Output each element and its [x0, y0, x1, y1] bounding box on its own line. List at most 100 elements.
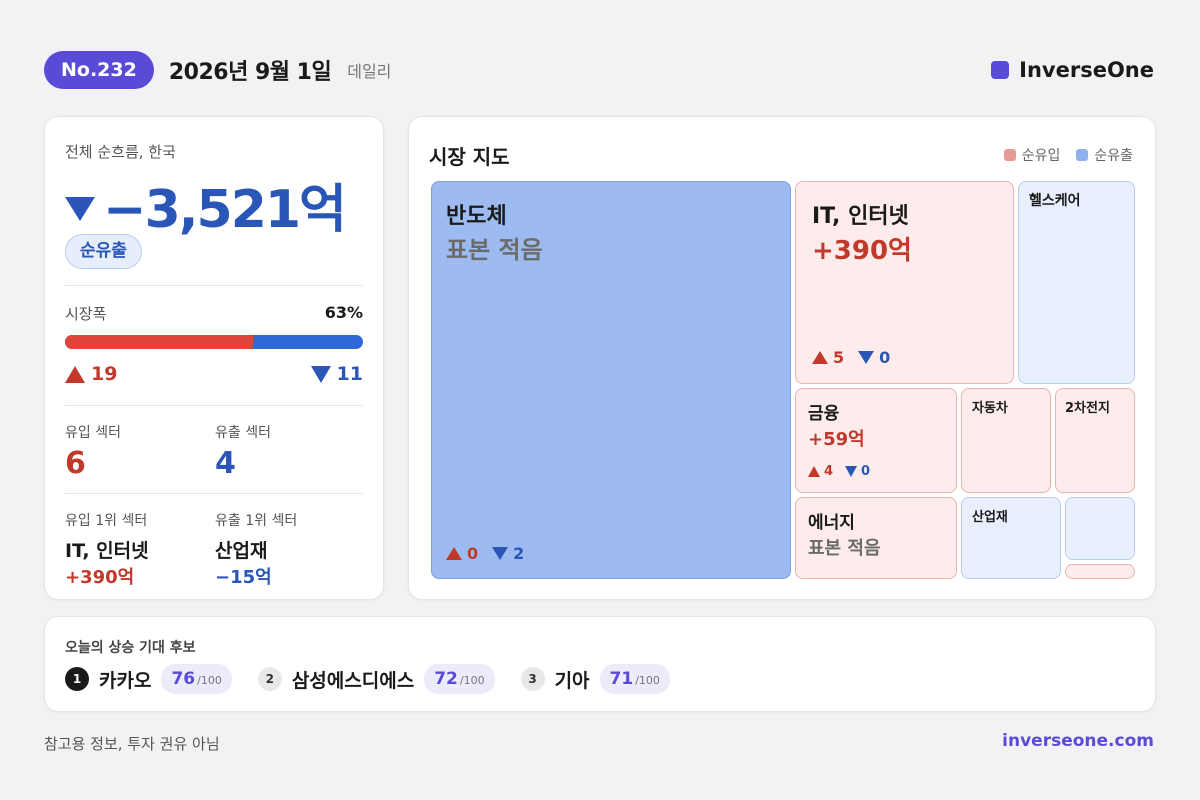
legend-outflow-label: 순유출 [1094, 148, 1133, 164]
down-triangle-icon [310, 365, 331, 383]
site-link[interactable]: inverseone.com [1002, 731, 1154, 751]
tile-unlabeled-outflow[interactable] [1065, 497, 1135, 560]
decliners-count: 11 [310, 363, 363, 385]
tile-up-count: 4 [824, 464, 834, 479]
score-value: 72 [434, 669, 458, 689]
down-triangle-icon [492, 547, 509, 560]
tile-it-internet[interactable]: IT, 인터넷 +390억 5 0 [795, 181, 1014, 384]
tile-value: 표본 적음 [446, 236, 543, 264]
rank-badge: 3 [520, 667, 545, 691]
tile-name: 금융 [808, 404, 840, 424]
advancers-count: 19 [65, 363, 117, 385]
top-outflow-sector: 유출 1위 섹터 산업재 −15억 [215, 510, 297, 589]
tile-name: IT, 인터넷 [812, 204, 909, 229]
market-map-title: 시장 지도 [429, 145, 510, 169]
rank-badge: 2 [257, 667, 282, 691]
tile-unlabeled-inflow[interactable] [1065, 564, 1135, 579]
tile-up-count: 5 [833, 348, 845, 367]
flow-status-badge: 순유출 [65, 234, 142, 269]
tile-counts: 4 0 [808, 464, 870, 479]
candidates-list: 1 카카오 76/100 2 삼성에스디에스 72/100 3 기아 71/10… [65, 664, 696, 694]
tile-counts: 0 2 [446, 544, 524, 563]
flow-summary-card: 전체 순흐름, 한국 −3,521억 순유출 시장폭 63% 19 11 유입 … [44, 116, 384, 600]
brand: InverseOne [991, 58, 1154, 82]
tile-name: 헬스케어 [1029, 193, 1081, 209]
score-max: /100 [635, 674, 660, 687]
candidate-name: 기아 [554, 669, 590, 692]
candidate-score: 71/100 [599, 664, 670, 694]
divider [65, 285, 363, 286]
candidate-score: 76/100 [161, 664, 232, 694]
market-map-card: 시장 지도 순유입 순유출 반도체 표본 적음 0 2 IT, 인터넷 +390… [408, 116, 1156, 600]
candidate-item[interactable]: 3 기아 71/100 [520, 664, 670, 694]
outflow-sectors-stat: 유출 섹터 4 [215, 422, 271, 481]
net-flow-value: −3,521억 [65, 167, 347, 242]
breadth-bar [65, 335, 363, 349]
divider [65, 493, 363, 494]
candidate-item[interactable]: 2 삼성에스디에스 72/100 [257, 664, 495, 694]
candidates-card: 오늘의 상승 기대 후보 1 카카오 76/100 2 삼성에스디에스 72/1… [44, 616, 1156, 712]
score-value: 76 [171, 669, 196, 689]
tile-name: 에너지 [808, 513, 855, 533]
tile-automobile[interactable]: 자동차 [961, 388, 1051, 493]
outflow-sectors-label: 유출 섹터 [215, 425, 271, 441]
breadth-label: 시장폭 [65, 305, 107, 323]
tile-name: 반도체 [446, 204, 507, 229]
top-inflow-sector: 유입 1위 섹터 IT, 인터넷 +390억 [65, 510, 149, 589]
top-outflow-value: −15억 [215, 567, 272, 588]
tile-finance[interactable]: 금융 +59억 4 0 [795, 388, 957, 493]
tile-energy[interactable]: 에너지 표본 적음 [795, 497, 957, 579]
top-inflow-label: 유입 1위 섹터 [65, 513, 148, 529]
candidate-score: 72/100 [424, 664, 495, 694]
tile-name: 자동차 [972, 401, 1008, 416]
score-max: /100 [197, 674, 222, 687]
tile-industrials[interactable]: 산업재 [961, 497, 1061, 579]
outflow-sectors-value: 4 [215, 446, 236, 481]
disclaimer: 참고용 정보, 투자 권유 아님 [44, 735, 220, 753]
brand-name: InverseOne [1019, 58, 1154, 82]
tile-value: 표본 적음 [808, 538, 881, 559]
tile-name: 2차전지 [1065, 401, 1110, 416]
tile-up-count: 0 [467, 544, 479, 563]
inflow-sectors-stat: 유입 섹터 6 [65, 422, 121, 481]
inflow-sectors-value: 6 [65, 446, 86, 481]
legend-inflow-label: 순유입 [1021, 148, 1061, 164]
rank-badge: 1 [65, 667, 89, 691]
brand-logo-icon [991, 61, 1010, 79]
header: No.232 2026년 9월 1일 데일리 InverseOne [44, 51, 1154, 89]
down-triangle-icon [858, 351, 875, 364]
up-triangle-icon [808, 466, 820, 477]
top-outflow-name: 산업재 [215, 540, 268, 562]
top-outflow-label: 유출 1위 섹터 [215, 513, 298, 529]
tile-name: 산업재 [972, 510, 1008, 525]
divider [65, 405, 363, 406]
legend-inflow: 순유입 [1003, 145, 1061, 165]
candidate-item[interactable]: 1 카카오 76/100 [65, 664, 232, 694]
report-type: 데일리 [347, 62, 392, 81]
top-inflow-name: IT, 인터넷 [65, 540, 149, 562]
candidate-name: 카카오 [99, 669, 152, 692]
breadth-percent: 63% [324, 303, 363, 322]
tile-semiconductors[interactable]: 반도체 표본 적음 0 2 [431, 181, 791, 579]
tile-secondary-battery[interactable]: 2차전지 [1055, 388, 1135, 493]
tile-value: +59억 [808, 429, 865, 450]
up-triangle-icon [812, 351, 828, 364]
inflow-swatch-icon [1003, 149, 1016, 161]
decliners-value: 11 [336, 363, 363, 385]
top-inflow-value: +390억 [65, 567, 135, 588]
up-triangle-icon [446, 547, 462, 560]
tile-value: +390억 [812, 236, 912, 266]
summary-title: 전체 순흐름, 한국 [65, 143, 176, 161]
legend-outflow: 순유출 [1076, 145, 1133, 165]
tile-down-count: 0 [879, 348, 891, 367]
breadth-bar-up-fill [65, 335, 253, 349]
tile-down-count: 2 [513, 544, 525, 563]
down-triangle-icon [845, 466, 858, 477]
candidates-title: 오늘의 상승 기대 후보 [65, 640, 196, 656]
market-map-legend: 순유입 순유출 [988, 145, 1133, 165]
tile-down-count: 0 [861, 464, 871, 479]
inflow-sectors-label: 유입 섹터 [65, 425, 121, 441]
advancers-value: 19 [91, 363, 118, 385]
report-date: 2026년 9월 1일 [168, 60, 332, 85]
tile-healthcare[interactable]: 헬스케어 [1018, 181, 1135, 384]
